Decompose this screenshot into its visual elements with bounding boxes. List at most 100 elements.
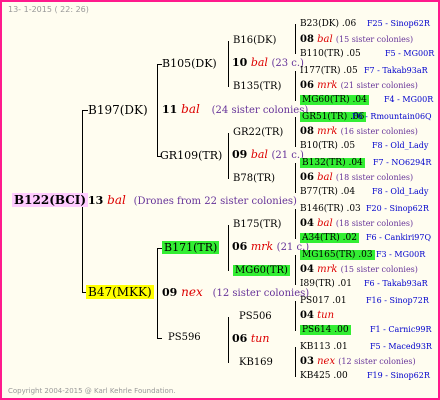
- fm-generation: 09: [232, 148, 248, 161]
- g4-queen[interactable]: B16(DK): [233, 36, 276, 46]
- g4-queen[interactable]: GR22(TR): [233, 128, 283, 138]
- ff-name: B105(DK): [162, 57, 217, 70]
- g4-bottom-origin: F5 - MG00R: [385, 49, 435, 58]
- mf-generation: 06: [232, 240, 248, 253]
- g4-info: 03 nex (12 sister colonies): [300, 356, 416, 367]
- connector: [295, 347, 296, 377]
- father-note: (24 sister colonies): [211, 105, 309, 116]
- father-info: 11 bal (24 sister colonies): [162, 103, 308, 116]
- g4-info: 06 bal (18 sister colonies): [300, 172, 414, 183]
- g4-info: 06 mrk (21 sister colonies): [300, 80, 418, 91]
- connector: [295, 209, 296, 239]
- g4-info: 08 bal (15 sister colonies): [300, 34, 414, 45]
- mm-queen[interactable]: PS596: [168, 333, 201, 343]
- mother-note: (12 sister colonies): [212, 288, 310, 299]
- root-generation: 13: [88, 194, 104, 207]
- g4-info: 04 tun: [300, 310, 335, 321]
- fm-queen[interactable]: GR109(TR): [160, 150, 222, 161]
- g4-bottom-origin: F6 - Takab93aR: [364, 279, 428, 288]
- fm-name: GR109(TR): [160, 149, 223, 162]
- mf-info: 06 mrk (21 c.): [232, 241, 309, 253]
- mf-queen[interactable]: B171(TR): [162, 241, 220, 254]
- g4-top-origin: F6 - Rmountain06Q: [352, 112, 432, 121]
- fm-info: 09 bal (21 c.): [232, 149, 304, 161]
- root-race: bal: [107, 193, 126, 207]
- mother-name: B47(MKK): [86, 285, 154, 299]
- pedigree-panel: 13- 1-2015 ( 22: 26) B122(BCI) 13 bal (D…: [0, 0, 440, 400]
- mm-name: PS596: [168, 332, 201, 343]
- g4-queen[interactable]: MG60(TR): [233, 265, 290, 276]
- mf-name: B171(TR): [162, 241, 220, 254]
- father-queen[interactable]: B197(DK): [88, 104, 148, 116]
- g4-queen[interactable]: B135(TR): [233, 82, 281, 92]
- g4-top-origin: F20 - Sinop62R: [366, 204, 429, 213]
- connector: [295, 255, 296, 285]
- connector: [228, 317, 229, 363]
- g4-top-origin: F16 - Sinop72R: [366, 296, 429, 305]
- g4-bottom-queen[interactable]: I89(TR) .01: [300, 280, 352, 289]
- g4-top-origin: F7 - NO6294R: [373, 158, 432, 167]
- connector: [295, 117, 296, 147]
- g4-queen[interactable]: PS506: [239, 312, 272, 322]
- g4-top-queen[interactable]: MG165(TR) .03: [300, 250, 375, 260]
- ff-race: bal: [250, 56, 268, 69]
- g4-top-origin: F25 - Sinop62R: [367, 19, 430, 28]
- mm-race: tun: [250, 332, 270, 345]
- g4-bottom-queen[interactable]: PS614 .00: [300, 325, 351, 335]
- g4-info: 04 bal (18 sister colonies): [300, 218, 414, 229]
- g4-top-origin: F7 - Takab93aR: [364, 66, 428, 75]
- copyright-footer: Copyright 2004-2015 @ Karl Kehrle Founda…: [8, 387, 176, 395]
- mother-generation: 09: [162, 286, 178, 299]
- connector: [295, 301, 296, 331]
- connector: [295, 163, 296, 193]
- father-generation: 11: [162, 103, 178, 116]
- g4-bottom-origin: F1 - Carnic99R: [370, 325, 432, 334]
- g4-bottom-queen[interactable]: B77(TR) .04: [300, 188, 355, 197]
- g4-bottom-queen[interactable]: A34(TR) .02: [300, 233, 359, 243]
- mother-info: 09 nex (12 sister colonies): [162, 286, 309, 299]
- ff-queen[interactable]: B105(DK): [162, 58, 217, 69]
- g4-top-queen[interactable]: I177(TR) .05: [300, 67, 358, 76]
- g4-info: 04 mrk (15 sister colonies): [300, 264, 418, 275]
- connector: [228, 41, 229, 87]
- timestamp: 13- 1-2015 ( 22: 26): [8, 5, 89, 14]
- g4-bottom-origin: F6 - Cankiri97Q: [366, 233, 431, 242]
- g4-top-queen[interactable]: B132(TR) .04: [300, 158, 365, 168]
- connector: [157, 248, 158, 338]
- g4-queen[interactable]: B78(TR): [233, 174, 275, 184]
- g4-top-queen[interactable]: KB113 .01: [300, 343, 348, 352]
- g4-top-origin: F3 - MG00R: [376, 250, 426, 259]
- mm-generation: 06: [232, 332, 248, 345]
- connector: [295, 24, 296, 54]
- connector: [157, 64, 158, 156]
- g4-queen[interactable]: B175(TR): [233, 220, 281, 230]
- root-info: 13 bal (Drones from 22 sister colonies): [88, 194, 297, 207]
- father-name: B197(DK): [88, 103, 148, 117]
- g4-bottom-queen[interactable]: B110(TR) .05: [300, 50, 361, 59]
- g4-bottom-queen[interactable]: MG60(TR) .04: [300, 95, 369, 105]
- g4-bottom-origin: F4 - MG00R: [384, 95, 434, 104]
- g4-bottom-queen[interactable]: B10(TR) .05: [300, 142, 355, 151]
- root-note: (Drones from 22 sister colonies): [133, 196, 297, 207]
- g4-queen[interactable]: KB169: [239, 358, 273, 368]
- mm-info: 06 tun: [232, 333, 269, 344]
- root-name: B122(BCI): [12, 193, 89, 207]
- connector: [157, 338, 162, 339]
- connector: [295, 71, 296, 101]
- g4-info: 08 mrk (16 sister colonies): [300, 126, 418, 137]
- mother-queen[interactable]: B47(MKK): [86, 285, 154, 299]
- connector: [228, 225, 229, 271]
- father-race: bal: [181, 102, 200, 116]
- mf-race: mrk: [250, 240, 274, 253]
- g4-top-queen[interactable]: PS017 .01: [300, 297, 347, 306]
- g4-bottom-origin: F8 - Old_Lady: [372, 187, 429, 196]
- g4-top-queen[interactable]: B23(DK) .06: [300, 20, 356, 29]
- g4-bottom-origin: F8 - Old_Lady: [372, 141, 429, 150]
- g4-top-queen[interactable]: B146(TR) .03: [300, 205, 361, 214]
- ff-info: 10 bal (23 c.): [232, 57, 304, 69]
- ff-generation: 10: [232, 56, 248, 69]
- g4-bottom-queen[interactable]: KB425 .00: [300, 372, 348, 381]
- g4-bottom-origin: F19 - Sinop62R: [367, 371, 430, 380]
- root-queen[interactable]: B122(BCI): [12, 193, 89, 207]
- g4-top-origin: F5 - Maced93R: [370, 342, 432, 351]
